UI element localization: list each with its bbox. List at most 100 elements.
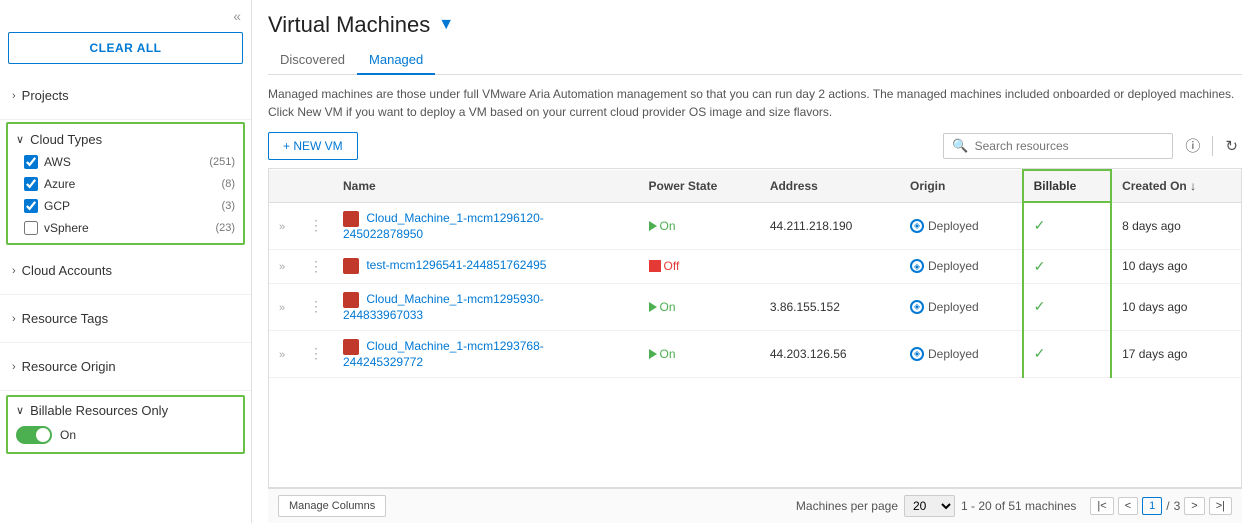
row-expand-2[interactable]: »: [269, 249, 299, 283]
projects-header[interactable]: › Projects: [0, 80, 251, 111]
row-dots-3[interactable]: ⋮: [299, 283, 333, 330]
search-input[interactable]: [975, 139, 1165, 153]
azure-count: (8): [222, 178, 235, 190]
row-dots-4[interactable]: ⋮: [299, 330, 333, 377]
row-name-1: Cloud_Machine_1-mcm1296120-245022878950: [333, 202, 639, 249]
first-page-button[interactable]: |<: [1090, 497, 1113, 515]
row-address-1: 44.211.218.190: [760, 202, 900, 249]
cloud-types-header[interactable]: ∨ Cloud Types: [8, 128, 243, 151]
row-billable-1: ✓: [1023, 202, 1111, 249]
cloud-type-gcp[interactable]: GCP (3): [8, 195, 243, 217]
toolbar: + NEW VM 🔍 ⓘ ↻: [268, 131, 1242, 160]
collapse-button[interactable]: «: [0, 0, 251, 28]
filter-icon: ▼: [438, 16, 454, 34]
billable-chevron: ∨: [16, 404, 24, 417]
gcp-checkbox[interactable]: [24, 199, 38, 213]
tab-discovered[interactable]: Discovered: [268, 46, 357, 75]
pagination-info: Machines per page 20 50 100 1 - 20 of 51…: [796, 495, 1232, 517]
total-pages: 3: [1174, 499, 1181, 513]
vm-table: Name Power State Address Origin Billable…: [269, 169, 1241, 378]
row-address-4: 44.203.126.56: [760, 330, 900, 377]
per-page-label: Machines per page: [796, 499, 898, 513]
resource-tags-section: › Resource Tags: [0, 295, 251, 343]
row-power-4: On: [639, 330, 760, 377]
toolbar-icons: ⓘ ↻: [1181, 131, 1242, 160]
aws-count: (251): [209, 156, 235, 168]
row-created-1: 8 days ago: [1111, 202, 1241, 249]
aws-checkbox[interactable]: [24, 155, 38, 169]
vsphere-label: vSphere: [44, 221, 89, 235]
billable-label: Billable Resources Only: [30, 403, 168, 418]
aws-label: AWS: [44, 155, 71, 169]
range-label: 1 - 20 of 51 machines: [961, 499, 1076, 513]
billable-toggle-label: On: [60, 428, 76, 442]
row-expand-1[interactable]: »: [269, 202, 299, 249]
table-footer: Manage Columns Machines per page 20 50 1…: [268, 488, 1242, 523]
gcp-label: GCP: [44, 199, 70, 213]
col-origin: Origin: [900, 170, 1023, 202]
cloud-accounts-label: Cloud Accounts: [22, 263, 112, 278]
table-container: Name Power State Address Origin Billable…: [268, 168, 1242, 488]
cloud-accounts-header[interactable]: › Cloud Accounts: [0, 255, 251, 286]
info-button[interactable]: ⓘ: [1181, 131, 1204, 160]
vsphere-checkbox[interactable]: [24, 221, 38, 235]
azure-checkbox[interactable]: [24, 177, 38, 191]
resource-tags-chevron: ›: [12, 313, 16, 325]
page-title: Virtual Machines: [268, 12, 430, 38]
azure-label: Azure: [44, 177, 75, 191]
clear-all-button[interactable]: CLEAR ALL: [8, 32, 243, 64]
projects-label: Projects: [22, 88, 69, 103]
row-created-3: 10 days ago: [1111, 283, 1241, 330]
row-billable-2: ✓: [1023, 249, 1111, 283]
resource-tags-header[interactable]: › Resource Tags: [0, 303, 251, 334]
search-box[interactable]: 🔍: [943, 133, 1173, 159]
col-expand: [269, 170, 299, 202]
row-dots-2[interactable]: ⋮: [299, 249, 333, 283]
row-address-2: [760, 249, 900, 283]
prev-page-button[interactable]: <: [1118, 497, 1138, 515]
resource-origin-header[interactable]: › Resource Origin: [0, 351, 251, 382]
per-page-select[interactable]: 20 50 100: [904, 495, 955, 517]
page-title-row: Virtual Machines ▼: [268, 12, 1242, 38]
last-page-button[interactable]: >|: [1209, 497, 1232, 515]
resource-origin-chevron: ›: [12, 361, 16, 373]
billable-toggle[interactable]: [16, 426, 52, 444]
row-expand-4[interactable]: »: [269, 330, 299, 377]
manage-columns-button[interactable]: Manage Columns: [278, 495, 386, 517]
resource-origin-section: › Resource Origin: [0, 343, 251, 391]
row-billable-3: ✓: [1023, 283, 1111, 330]
search-icon: 🔍: [952, 138, 968, 154]
row-power-1: On: [639, 202, 760, 249]
tab-managed[interactable]: Managed: [357, 46, 435, 75]
row-name-2: test-mcm1296541-244851762495: [333, 249, 639, 283]
row-power-3: On: [639, 283, 760, 330]
cloud-accounts-section: › Cloud Accounts: [0, 247, 251, 295]
cloud-type-vsphere[interactable]: vSphere (23): [8, 217, 243, 239]
row-dots-1[interactable]: ⋮: [299, 202, 333, 249]
collapse-icon: «: [233, 8, 241, 24]
row-origin-4: ◈Deployed: [900, 330, 1023, 377]
row-origin-2: ◈Deployed: [900, 249, 1023, 283]
cloud-type-aws[interactable]: AWS (251): [8, 151, 243, 173]
billable-toggle-row: On: [16, 424, 235, 446]
main-content: Virtual Machines ▼ Discovered Managed Ma…: [252, 0, 1258, 523]
page-separator: /: [1166, 499, 1169, 513]
billable-resources-section: ∨ Billable Resources Only On: [6, 395, 245, 454]
next-page-button[interactable]: >: [1184, 497, 1204, 515]
cloud-types-section: ∨ Cloud Types AWS (251) Azure (8) GCP (3…: [6, 122, 245, 245]
new-vm-button[interactable]: + NEW VM: [268, 132, 358, 160]
projects-section: › Projects: [0, 72, 251, 120]
col-power-state: Power State: [639, 170, 760, 202]
vsphere-count: (23): [215, 222, 235, 234]
refresh-button[interactable]: ↻: [1221, 133, 1242, 159]
table-row: » ⋮ Cloud_Machine_1-mcm1296120-245022878…: [269, 202, 1241, 249]
cloud-accounts-chevron: ›: [12, 265, 16, 277]
row-name-3: Cloud_Machine_1-mcm1295930-244833967033: [333, 283, 639, 330]
billable-resources-header[interactable]: ∨ Billable Resources Only: [16, 403, 235, 418]
cloud-types-chevron: ∨: [16, 133, 24, 146]
table-row: » ⋮ test-mcm1296541-244851762495 Off ◈De…: [269, 249, 1241, 283]
table-row: » ⋮ Cloud_Machine_1-mcm1293768-244245329…: [269, 330, 1241, 377]
row-origin-3: ◈Deployed: [900, 283, 1023, 330]
cloud-type-azure[interactable]: Azure (8): [8, 173, 243, 195]
row-expand-3[interactable]: »: [269, 283, 299, 330]
